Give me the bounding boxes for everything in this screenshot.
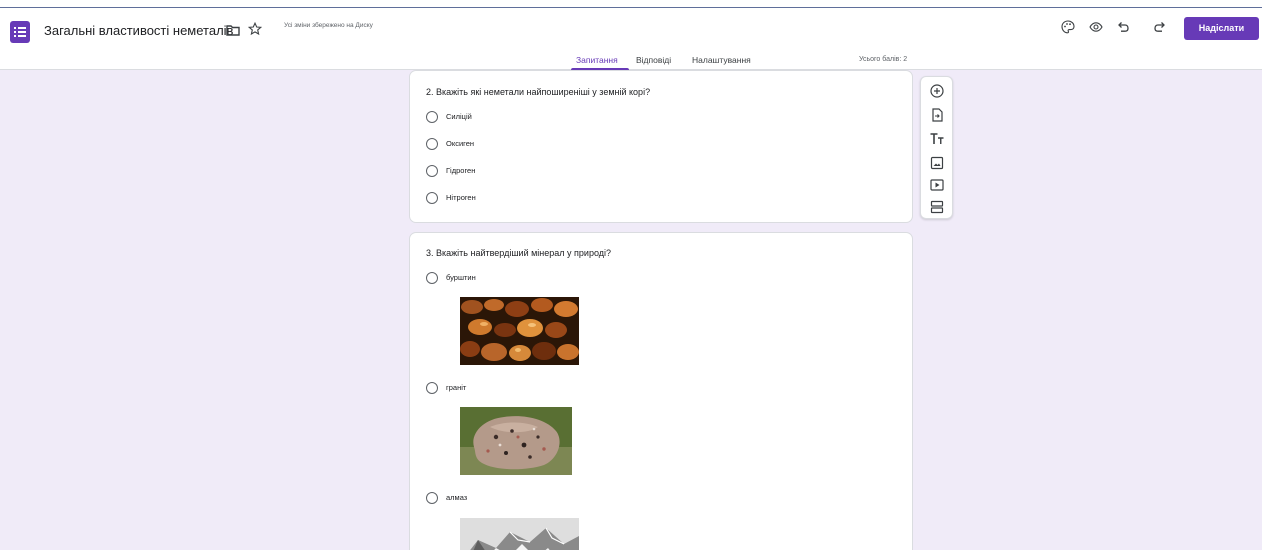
title-text-icon[interactable] [929,131,945,147]
redo-icon[interactable] [1153,20,1167,34]
star-icon[interactable] [248,22,262,36]
radio-button[interactable] [426,192,438,204]
option-label: Оксиген [446,139,475,148]
header-bar: Загальні властивості неметалів Усі зміни… [0,8,1262,70]
question-title[interactable]: 3. Вкажіть найтвердіший мінерал у природ… [426,248,611,258]
radio-button[interactable] [426,138,438,150]
option-image-diamond [460,518,579,550]
import-icon[interactable] [929,107,945,123]
image-icon[interactable] [929,155,945,171]
radio-button[interactable] [426,382,438,394]
send-button[interactable]: Надіслати [1184,17,1259,40]
question-card-2[interactable]: 2. Вкажіть які неметали найпоширеніші у … [409,70,913,223]
radio-button[interactable] [426,272,438,284]
top-border [0,0,1262,8]
tab-questions[interactable]: Запитання [576,55,618,65]
palette-icon[interactable] [1061,20,1075,34]
undo-icon[interactable] [1116,20,1130,34]
option-image-amber [460,297,579,365]
video-icon[interactable] [929,177,945,193]
option-label: Гідроген [446,166,476,175]
add-circle-icon[interactable] [929,83,945,99]
form-title[interactable]: Загальні властивості неметалів [44,23,233,38]
option-label: Нітроген [446,193,476,202]
radio-button[interactable] [426,165,438,177]
radio-button[interactable] [426,111,438,123]
option-label: алмаз [446,493,468,502]
tab-settings[interactable]: Налаштування [692,55,751,65]
option-label: Силіцій [446,112,472,121]
eye-icon[interactable] [1089,20,1103,34]
side-toolbar [920,76,953,219]
form-list-icon[interactable] [10,21,30,43]
save-status: Усі зміни збережено на Диску [284,22,373,29]
tab-responses[interactable]: Відповіді [636,55,671,65]
folder-icon[interactable] [226,24,240,36]
section-icon[interactable] [929,199,945,215]
option-image-granite [460,407,572,475]
total-points: Усього балів: 2 [859,56,908,63]
radio-button[interactable] [426,492,438,504]
question-card-3[interactable]: 3. Вкажіть найтвердіший мінерал у природ… [409,232,913,550]
question-title[interactable]: 2. Вкажіть які неметали найпоширеніші у … [426,87,650,97]
tab-bar: Запитання Відповіді Налаштування Усього … [0,52,1262,70]
option-label: бурштин [446,273,476,282]
option-label: граніт [446,383,467,392]
